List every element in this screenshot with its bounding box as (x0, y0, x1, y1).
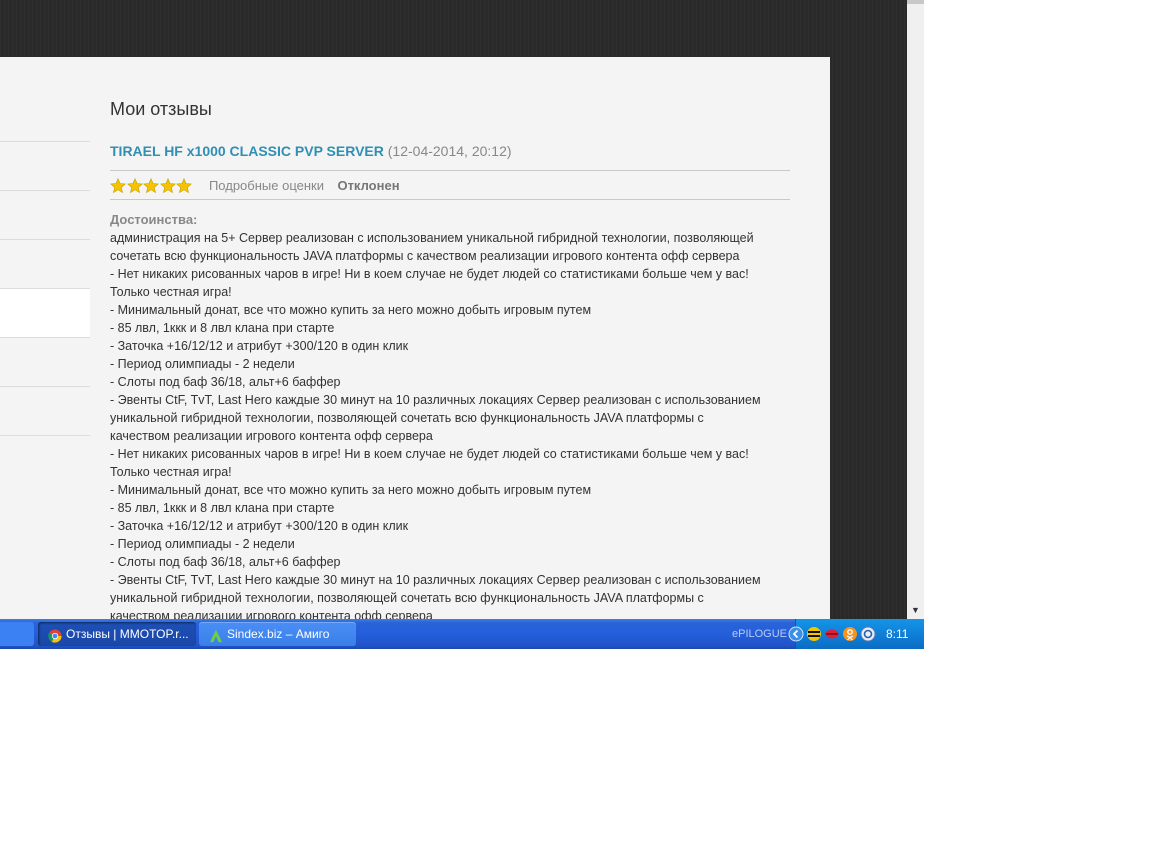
review-line: - 85 лвл, 1ккк и 8 лвл клана при старте (110, 321, 335, 335)
star-icon (110, 177, 126, 194)
review-line: - Заточка +16/12/12 и атрибут +300/120 в… (110, 519, 409, 533)
divider (110, 199, 790, 200)
back-arrow-icon[interactable] (788, 626, 804, 642)
review-line: - Период олимпиады - 2 недели (110, 357, 295, 371)
review-date: (12-04-2014, 20:12) (387, 143, 512, 159)
screen: Мои отзывы TIRAEL HF x1000 CLASSIC PVP S… (0, 0, 924, 649)
sidebar-item[interactable] (0, 240, 90, 289)
server-name-link[interactable]: TIRAEL HF x1000 CLASSIC PVP SERVER (110, 143, 384, 159)
review-line: Только честная игра! (110, 465, 232, 479)
review-line: - Минимальный донат, все что можно купит… (110, 303, 592, 317)
star-icon (159, 177, 176, 194)
review-line: качеством реализации игрового контента о… (110, 609, 433, 619)
taskbar-button-mmotop[interactable]: Отзывы | MMOTOP.r... (38, 622, 196, 646)
clock: 8:11 (886, 627, 909, 641)
review-status: Отклонен (337, 178, 400, 194)
taskbar-button-sindex[interactable]: Sindex.biz – Амиго (199, 622, 356, 646)
lips-icon[interactable] (824, 626, 840, 642)
review-line: - Слоты под баф 36/18, альт+6 баффер (110, 555, 341, 569)
review-text: администрация на 5+ Сервер реализован с … (110, 229, 795, 619)
review-header: TIRAEL HF x1000 CLASSIC PVP SERVER (12-0… (110, 143, 512, 159)
review-line: - Нет никаких рисованных чаров в игре! Н… (110, 267, 749, 281)
review-line: - Период олимпиады - 2 недели (110, 537, 295, 551)
review-line: - Нет никаких рисованных чаров в игре! Н… (110, 447, 749, 461)
star-icon (126, 177, 143, 194)
chrome-icon (48, 627, 62, 643)
beeline-icon[interactable] (806, 626, 822, 642)
review-line: Только честная игра! (110, 285, 232, 299)
rating-row: Подробные оценки Отклонен (110, 177, 400, 195)
star-rating (110, 177, 193, 194)
review-line: качеством реализации игрового контента о… (110, 429, 433, 443)
taskbar: Отзывы | MMOTOP.r... Sindex.biz – Амиго … (0, 619, 924, 649)
star-icon (176, 177, 192, 194)
content-panel: Мои отзывы TIRAEL HF x1000 CLASSIC PVP S… (0, 57, 830, 619)
system-tray: 8:11 (788, 619, 924, 649)
sidebar-item[interactable] (0, 387, 90, 436)
taskbar-button-stub[interactable] (0, 622, 34, 646)
sidebar-item[interactable] (0, 191, 90, 240)
star-icon (143, 177, 159, 194)
divider (110, 170, 790, 171)
review-line: - Эвенты CtF, TvT, Last Hero каждые 30 м… (110, 573, 761, 587)
review-line: - Эвенты CtF, TvT, Last Hero каждые 30 м… (110, 393, 761, 407)
review-line: - Заточка +16/12/12 и атрибут +300/120 в… (110, 339, 409, 353)
tray-label: ePILOGUE (732, 628, 788, 640)
review-line: - Слоты под баф 36/18, альт+6 баффер (110, 375, 341, 389)
taskbar-button-label: Sindex.biz – Амиго (227, 627, 330, 641)
vertical-scrollbar[interactable]: ▼ (907, 0, 924, 619)
review-line: уникальной гибридной технологии, позволя… (110, 591, 704, 605)
amigo-icon (209, 627, 223, 643)
sidebar-item[interactable] (0, 142, 90, 191)
advantages-label: Достоинства: (110, 212, 198, 227)
review-line: сочетать всю функциональность JAVA платф… (110, 249, 740, 263)
sidebar-item[interactable] (0, 338, 90, 387)
taskbar-button-label: Отзывы | MMOTOP.r... (66, 627, 189, 641)
odnoklassniki-icon[interactable] (842, 626, 858, 642)
scroll-down-arrow-icon[interactable]: ▼ (907, 602, 924, 619)
review-line: - 85 лвл, 1ккк и 8 лвл клана при старте (110, 501, 335, 515)
messenger-icon[interactable] (860, 626, 876, 642)
review-line: - Минимальный донат, все что можно купит… (110, 483, 592, 497)
review-line: администрация на 5+ Сервер реализован с … (110, 231, 754, 245)
scroll-thumb[interactable] (907, 0, 924, 4)
detailed-ratings-link[interactable]: Подробные оценки (209, 178, 324, 193)
review-line: уникальной гибридной технологии, позволя… (110, 411, 704, 425)
page-title: Мои отзывы (110, 99, 212, 119)
sidebar-item-active[interactable] (0, 289, 90, 338)
